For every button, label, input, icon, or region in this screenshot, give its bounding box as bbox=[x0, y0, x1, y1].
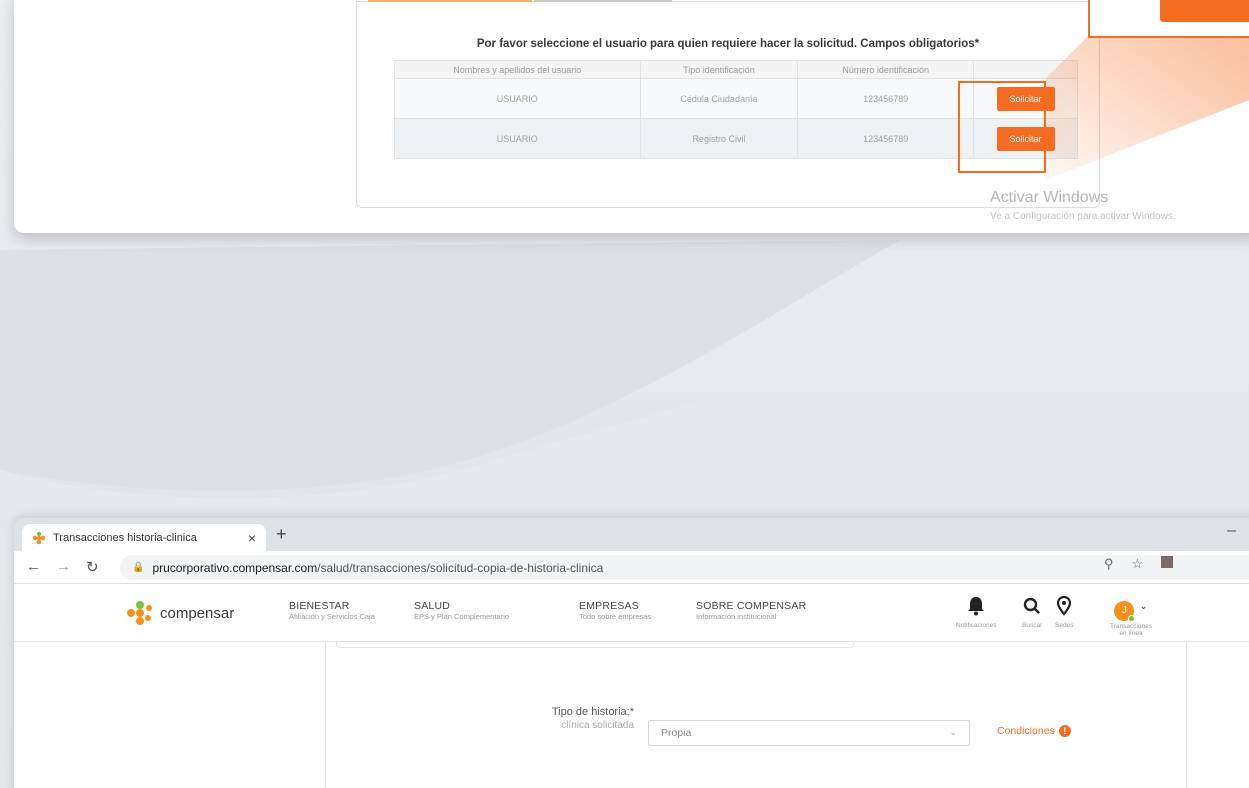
id-number: 123456789 bbox=[797, 78, 975, 119]
menu-bienestar[interactable]: BIENESTAR Afiliación y Servicios Caja bbox=[289, 600, 375, 621]
instruction-text: Por favor seleccione el usuario para qui… bbox=[476, 38, 980, 50]
browser-tab-bar: Transacciones historia-clinica × + – bbox=[14, 518, 1249, 551]
chevron-down-icon: ⌄ bbox=[949, 727, 957, 737]
condiciones-link[interactable]: Condiciones ! bbox=[997, 725, 1071, 737]
avatar[interactable]: J bbox=[1114, 601, 1136, 622]
address-bar-row: ← → ↻ 🔒 prucorporativo.compensar.com /sa… bbox=[14, 551, 1249, 584]
url-input[interactable]: 🔒 prucorporativo.compensar.com /salud/tr… bbox=[120, 555, 1249, 580]
tipo-historia-value: Propia bbox=[661, 727, 692, 739]
close-tab-icon[interactable]: × bbox=[248, 530, 256, 546]
id-type: Registro Civil bbox=[639, 118, 799, 159]
column-header: Número identificación bbox=[797, 60, 975, 79]
menu-empresas[interactable]: EMPRESAS Todo sobre empresas bbox=[579, 600, 651, 621]
zoom-icon[interactable]: ⚲ bbox=[1104, 556, 1114, 572]
extension-icon[interactable] bbox=[1161, 556, 1174, 568]
minimize-icon[interactable]: – bbox=[1227, 522, 1236, 540]
url-host: prucorporativo.compensar.com bbox=[152, 560, 318, 575]
site-header: compensar BIENESTAR Afiliación y Servici… bbox=[14, 584, 1249, 642]
windows-watermark-title: Activar Windows bbox=[990, 189, 1109, 206]
id-type: Cédula Ciudadanía bbox=[639, 78, 799, 119]
new-tab-icon[interactable]: + bbox=[276, 524, 287, 545]
lock-icon: 🔒 bbox=[132, 562, 145, 573]
search-icon bbox=[1022, 596, 1042, 620]
top-screenshot-card: Por favor seleccione el usuario para qui… bbox=[14, 0, 1249, 233]
forward-icon[interactable]: → bbox=[56, 558, 71, 575]
compensar-logo[interactable]: compensar bbox=[126, 600, 234, 626]
tipo-historia-select[interactable]: Propia ⌄ bbox=[648, 720, 970, 746]
browser-window: Transacciones historia-clinica × + – ← →… bbox=[14, 518, 1249, 788]
menu-sobre-compensar[interactable]: SOBRE COMPENSAR Información instituciona… bbox=[696, 600, 806, 621]
column-header: Tipo identificación bbox=[639, 60, 799, 79]
bell-icon bbox=[956, 596, 996, 620]
transacciones-en-linea-button[interactable]: J ⌄ Transacciones en línea bbox=[1110, 596, 1152, 637]
buscar-button[interactable]: Buscar bbox=[1022, 596, 1042, 629]
windows-watermark-sub: Ve a Configuración para activar Windows. bbox=[990, 211, 1176, 222]
id-number: 123456789 bbox=[797, 118, 975, 159]
back-icon[interactable]: ← bbox=[26, 558, 41, 575]
zoomed-solicitar-button[interactable] bbox=[1160, 0, 1249, 22]
highlight-box bbox=[958, 81, 1046, 173]
sedes-button[interactable]: Sedes bbox=[1055, 595, 1073, 629]
column-header: Nombres y apellidos del usuario bbox=[394, 60, 641, 79]
compensar-favicon-icon bbox=[32, 531, 46, 545]
location-pin-icon bbox=[1055, 595, 1073, 620]
url-path: /salud/transacciones/solicitud-copia-de-… bbox=[317, 560, 604, 575]
logo-text: compensar bbox=[160, 604, 235, 622]
menu-salud[interactable]: SALUD EPS y Plan Complementario bbox=[414, 600, 509, 621]
compensar-logo-icon bbox=[126, 600, 156, 626]
content-frame bbox=[325, 642, 1187, 788]
browser-tab[interactable]: Transacciones historia-clinica × bbox=[22, 524, 266, 551]
info-icon: ! bbox=[1058, 725, 1071, 737]
table-header-row: Nombres y apellidos del usuario Tipo ide… bbox=[394, 60, 1078, 79]
zoom-box bbox=[1088, 0, 1249, 38]
tipo-historia-label: Tipo de historia:* clínica solicitada bbox=[551, 706, 634, 731]
bookmark-star-icon[interactable]: ☆ bbox=[1132, 556, 1144, 572]
column-header bbox=[973, 60, 1078, 79]
previous-field-edge bbox=[336, 642, 854, 648]
reload-icon[interactable]: ↻ bbox=[86, 558, 99, 576]
notificaciones-button[interactable]: Notificaciones bbox=[956, 596, 996, 629]
user-name: USUARIO bbox=[394, 118, 641, 159]
browser-tab-title: Transacciones historia-clinica bbox=[53, 531, 197, 544]
user-name: USUARIO bbox=[394, 78, 641, 119]
chevron-down-icon: ⌄ bbox=[1139, 601, 1148, 612]
online-status-dot bbox=[1128, 615, 1136, 622]
